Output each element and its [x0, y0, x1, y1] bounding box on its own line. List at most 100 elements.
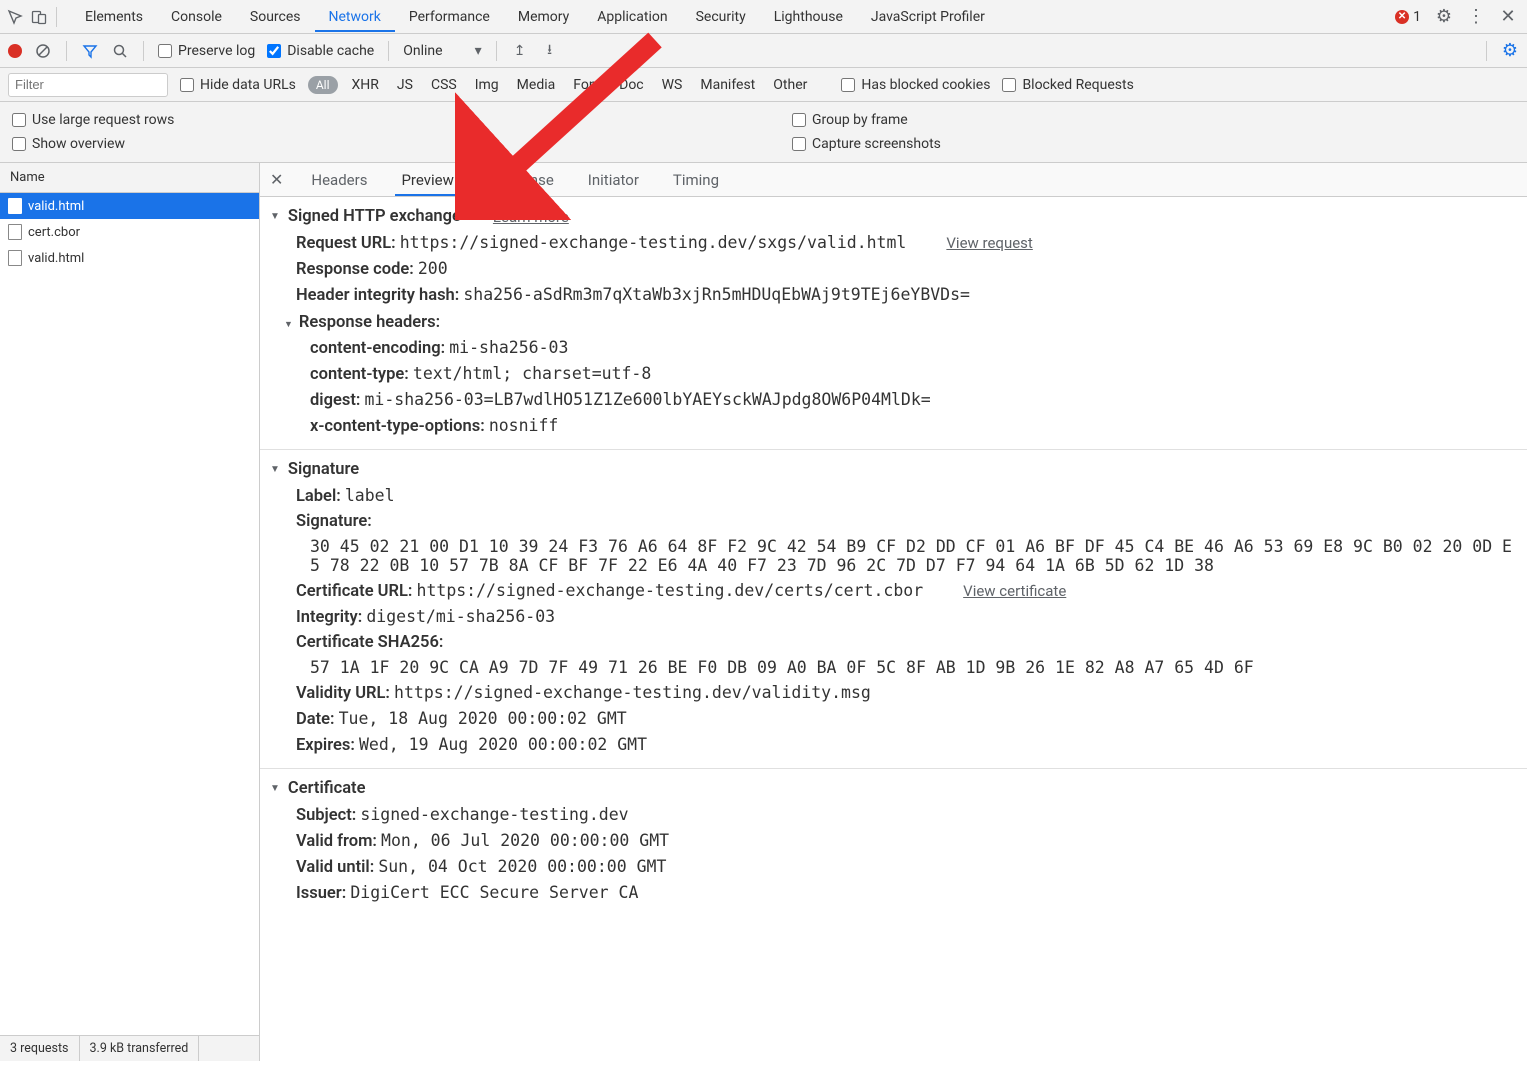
signature-value: 30 45 02 21 00 D1 10 39 24 F3 76 A6 64 8… — [270, 534, 1517, 578]
expires-value: Wed, 19 Aug 2020 00:00:02 GMT — [359, 735, 647, 754]
subject-key: Subject: — [296, 806, 356, 825]
separator — [496, 41, 497, 61]
xcto-value: nosniff — [489, 416, 559, 435]
learn-more-link[interactable]: Learn more — [493, 208, 569, 226]
use-large-rows-label: Use large request rows — [32, 112, 174, 128]
content-encoding-value: mi-sha256-03 — [449, 338, 568, 357]
filter-toggle-icon[interactable] — [81, 42, 99, 60]
filter-type-manifest[interactable]: Manifest — [698, 77, 757, 93]
throttling-select[interactable]: Online▾ — [403, 43, 481, 59]
network-toolbar: Preserve log Disable cache Online▾ ↥ ⭳ ⚙ — [0, 34, 1527, 68]
preserve-log-label: Preserve log — [178, 43, 255, 59]
inspect-icon[interactable] — [6, 8, 24, 26]
view-certificate-link[interactable]: View certificate — [963, 582, 1066, 600]
upload-icon[interactable]: ↥ — [511, 42, 529, 60]
settings-icon[interactable]: ⚙ — [1435, 8, 1453, 26]
filter-input[interactable] — [8, 73, 168, 97]
request-list-panel: Name valid.htmlcert.cborvalid.html 3 req… — [0, 163, 260, 1061]
valid-until-key: Valid until: — [296, 858, 374, 877]
request-row[interactable]: valid.html — [0, 245, 259, 271]
close-devtools-icon[interactable]: ✕ — [1499, 8, 1517, 26]
date-value: Tue, 18 Aug 2020 00:00:02 GMT — [339, 709, 627, 728]
separator — [66, 41, 67, 61]
preserve-log-checkbox[interactable]: Preserve log — [158, 43, 255, 59]
detail-tabs: ✕ Headers Preview Response Initiator Timing — [260, 163, 1527, 197]
capture-screenshots-checkbox[interactable]: Capture screenshots — [792, 136, 941, 152]
xcto-key: x-content-type-options: — [310, 417, 485, 436]
signature-section: ▼Signature Label: label Signature: 30 45… — [260, 450, 1527, 769]
record-button[interactable] — [8, 44, 22, 58]
filter-type-media[interactable]: Media — [515, 77, 558, 93]
collapse-icon[interactable]: ▼ — [270, 464, 280, 475]
view-request-link[interactable]: View request — [946, 234, 1032, 252]
cert-sha-key: Certificate SHA256: — [296, 633, 443, 652]
filter-type-doc[interactable]: Doc — [617, 77, 646, 93]
has-blocked-cookies-checkbox[interactable]: Has blocked cookies — [841, 77, 990, 93]
capture-screenshots-label: Capture screenshots — [812, 136, 941, 152]
expires-key: Expires: — [296, 736, 355, 755]
devtools-topbar: ElementsConsoleSourcesNetworkPerformance… — [0, 0, 1527, 34]
error-indicator[interactable]: ✕1 — [1395, 9, 1421, 25]
throttling-label: Online — [403, 43, 442, 59]
tab-sources[interactable]: Sources — [236, 1, 315, 32]
detail-tab-headers[interactable]: Headers — [305, 163, 373, 196]
disable-cache-label: Disable cache — [287, 43, 374, 59]
file-icon — [8, 224, 22, 240]
tab-lighthouse[interactable]: Lighthouse — [760, 1, 857, 32]
subject-value: signed-exchange-testing.dev — [360, 805, 628, 824]
filter-type-font[interactable]: Font — [571, 77, 603, 93]
filter-type-xhr[interactable]: XHR — [350, 77, 381, 93]
collapse-icon[interactable]: ▼ — [270, 211, 280, 222]
filter-type-img[interactable]: Img — [473, 77, 501, 93]
tab-elements[interactable]: Elements — [71, 1, 157, 32]
hide-data-urls-checkbox[interactable]: Hide data URLs — [180, 77, 296, 93]
filter-type-ws[interactable]: WS — [660, 77, 685, 93]
integrity-key: Integrity: — [296, 608, 362, 627]
tab-memory[interactable]: Memory — [504, 1, 583, 32]
filter-type-js[interactable]: JS — [395, 77, 415, 93]
cert-url-value: https://signed-exchange-testing.dev/cert… — [417, 581, 924, 600]
tab-javascript-profiler[interactable]: JavaScript Profiler — [857, 1, 999, 32]
has-blocked-cookies-label: Has blocked cookies — [861, 77, 990, 93]
collapse-icon[interactable]: ▼ — [270, 783, 280, 794]
clear-icon[interactable] — [34, 42, 52, 60]
request-row[interactable]: valid.html — [0, 193, 259, 219]
detail-tab-initiator[interactable]: Initiator — [582, 163, 645, 196]
separator — [1486, 41, 1487, 61]
tab-security[interactable]: Security — [682, 1, 760, 32]
request-url-value: https://signed-exchange-testing.dev/sxgs… — [400, 233, 907, 252]
tab-network[interactable]: Network — [315, 1, 395, 32]
separator — [388, 41, 389, 61]
filter-type-all[interactable]: All — [308, 76, 338, 94]
file-icon — [8, 198, 22, 214]
filter-type-css[interactable]: CSS — [429, 77, 459, 93]
request-row[interactable]: cert.cbor — [0, 219, 259, 245]
response-headers-title[interactable]: Response headers: — [270, 308, 1517, 335]
date-key: Date: — [296, 710, 335, 729]
validity-url-key: Validity URL: — [296, 684, 390, 703]
group-by-frame-checkbox[interactable]: Group by frame — [792, 112, 941, 128]
search-icon[interactable] — [111, 42, 129, 60]
blocked-requests-label: Blocked Requests — [1022, 77, 1133, 93]
close-detail-icon[interactable]: ✕ — [270, 170, 283, 189]
show-overview-checkbox[interactable]: Show overview — [12, 136, 792, 152]
detail-tab-response[interactable]: Response — [482, 163, 560, 196]
detail-tab-timing[interactable]: Timing — [667, 163, 725, 196]
use-large-rows-checkbox[interactable]: Use large request rows — [12, 112, 792, 128]
blocked-requests-checkbox[interactable]: Blocked Requests — [1002, 77, 1133, 93]
tab-application[interactable]: Application — [583, 1, 681, 32]
download-icon[interactable]: ⭳ — [541, 42, 559, 60]
device-toggle-icon[interactable] — [30, 8, 48, 26]
workspace: Name valid.htmlcert.cborvalid.html 3 req… — [0, 163, 1527, 1061]
tab-console[interactable]: Console — [157, 1, 236, 32]
detail-tab-preview[interactable]: Preview — [395, 163, 459, 196]
group-by-frame-label: Group by frame — [812, 112, 908, 128]
disable-cache-checkbox[interactable]: Disable cache — [267, 43, 374, 59]
more-icon[interactable]: ⋮ — [1467, 8, 1485, 26]
sxg-title: Signed HTTP exchange — [288, 207, 461, 226]
network-settings-icon[interactable]: ⚙ — [1501, 42, 1519, 60]
filter-type-other[interactable]: Other — [771, 77, 809, 93]
certificate-section: ▼Certificate Subject: signed-exchange-te… — [260, 769, 1527, 916]
tab-performance[interactable]: Performance — [395, 1, 504, 32]
label-key: Label: — [296, 487, 341, 506]
